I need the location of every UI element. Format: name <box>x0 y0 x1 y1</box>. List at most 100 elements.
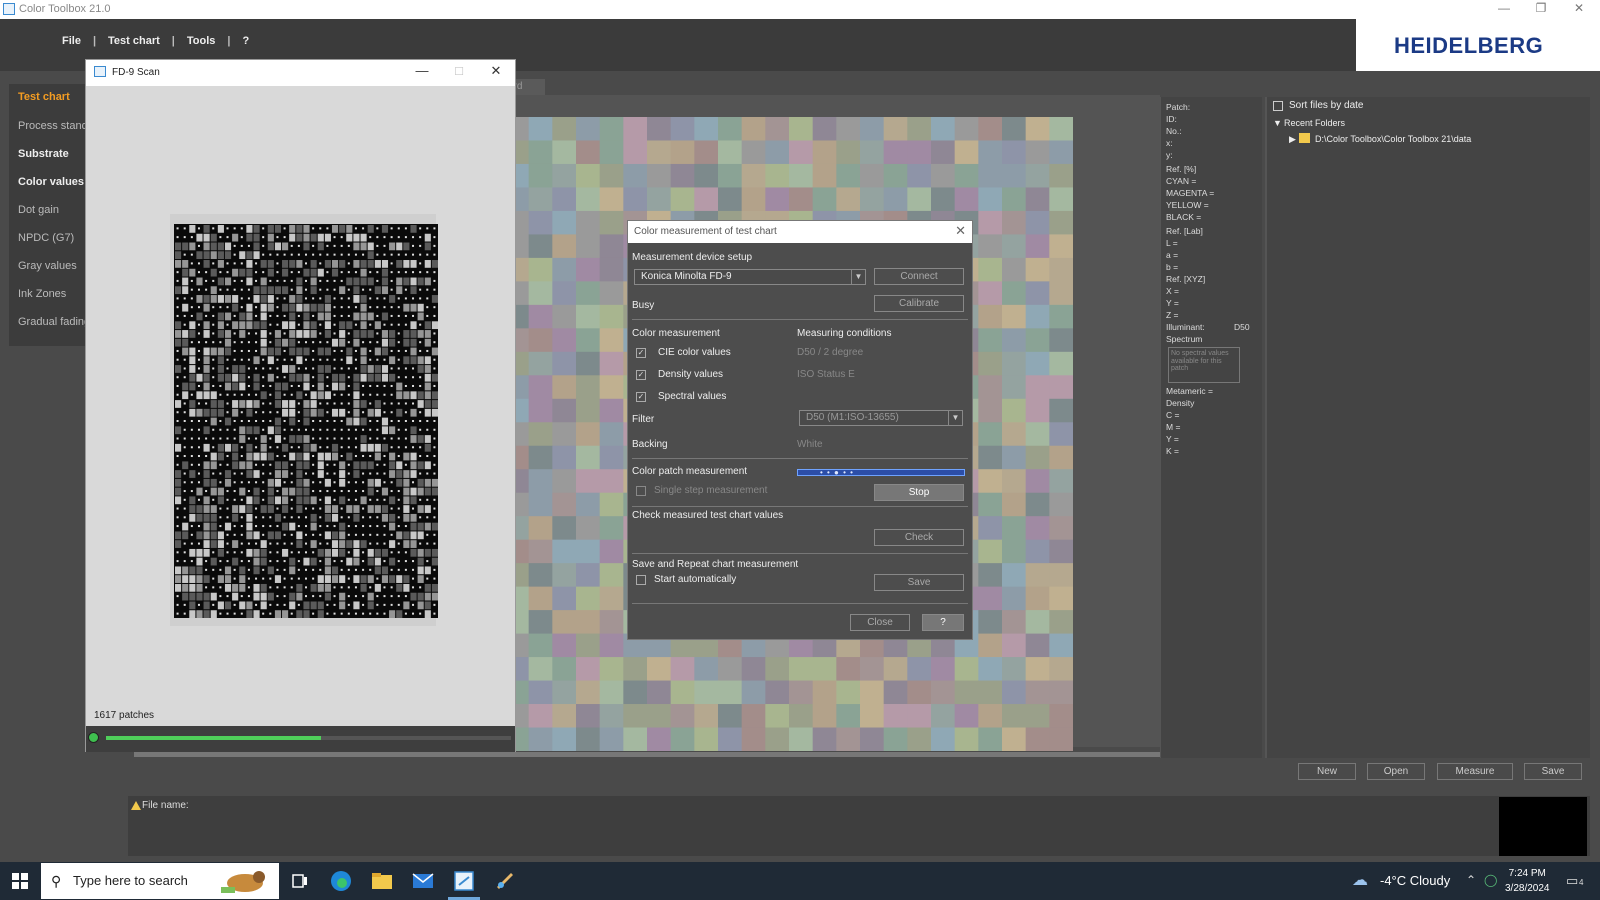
tray-chevron-icon[interactable]: ⌃ <box>1466 873 1476 887</box>
nav-npdc[interactable]: NPDC (G7) <box>18 232 74 244</box>
density-c-label: C = <box>1166 410 1180 420</box>
search-placeholder: Type here to search <box>73 873 188 888</box>
start-automatically-checkbox[interactable] <box>636 575 646 585</box>
device-select[interactable]: Konica Minolta FD-9 ▼ <box>634 269 866 285</box>
device-setup-label: Measurement device setup <box>632 252 753 263</box>
app-icon <box>3 3 15 15</box>
scan-progress-bar <box>106 736 511 740</box>
scan-image <box>86 86 515 726</box>
paint-app-icon[interactable] <box>493 869 517 893</box>
network-globe-icon[interactable]: ◯ <box>1484 873 1497 887</box>
check-button[interactable]: Check <box>874 529 964 546</box>
chevron-down-icon[interactable]: ▼ <box>851 270 865 284</box>
weather-cloud-icon[interactable]: ☁ <box>1352 870 1368 890</box>
search-icon: ⚲ <box>51 873 62 889</box>
dialog-title: Color measurement of test chart <box>634 226 777 237</box>
density-heading: Density <box>1166 398 1195 408</box>
taskbar: ⚲ Type here to search ☁ -4°C Cloudy ⌃ ◯ … <box>0 862 1600 900</box>
mail-icon[interactable] <box>411 869 435 893</box>
new-button[interactable]: New <box>1298 763 1356 780</box>
calibrate-button[interactable]: Calibrate <box>874 295 964 312</box>
window-title: Color Toolbox 21.0 <box>19 3 111 15</box>
task-view-icon[interactable] <box>288 869 312 893</box>
stop-button[interactable]: Stop <box>874 484 964 501</box>
recent-folder-item[interactable]: D:\Color Toolbox\Color Toolbox 21\data <box>1315 134 1471 144</box>
dialog-close-icon[interactable]: ✕ <box>955 223 966 239</box>
divider <box>632 506 968 507</box>
menu-help[interactable]: ? <box>230 35 261 47</box>
measure-button[interactable]: Measure <box>1437 763 1513 780</box>
file-explorer-icon[interactable] <box>370 869 394 893</box>
nav-gray-values[interactable]: Gray values <box>18 260 77 272</box>
nav-color-values[interactable]: Color values <box>18 176 84 188</box>
clock-time: 7:24 PM <box>1508 868 1546 879</box>
xyz-x-label: X = <box>1166 286 1179 296</box>
cie-condition: D50 / 2 degree <box>797 347 864 358</box>
save-repeat-label: Save and Repeat chart measurement <box>632 559 799 570</box>
warning-icon <box>131 801 141 810</box>
measurement-progress-bar: • • ● • • <box>797 468 965 477</box>
color-measurement-label: Color measurement <box>632 328 720 339</box>
open-button[interactable]: Open <box>1367 763 1425 780</box>
measuring-conditions-label: Measuring conditions <box>797 328 892 339</box>
windows-start-icon[interactable] <box>12 873 28 889</box>
filter-select[interactable]: D50 (M1:ISO-13655) ▼ <box>799 410 963 426</box>
color-toolbox-taskbar-icon[interactable] <box>452 869 476 893</box>
menu-test-chart[interactable]: Test chart <box>96 35 172 47</box>
density-m-label: M = <box>1166 422 1181 432</box>
dialog-close-button[interactable]: Close <box>850 614 910 631</box>
horizontal-scrollbar[interactable] <box>134 752 1160 757</box>
cie-checkbox[interactable]: ✓ <box>636 348 646 358</box>
collapse-arrow-icon[interactable]: ▶ <box>1289 134 1296 145</box>
restore-icon[interactable]: ❐ <box>1523 1 1559 17</box>
chevron-down-icon[interactable]: ▼ <box>948 411 962 425</box>
density-condition: ISO Status E <box>797 369 855 380</box>
minimize-icon[interactable]: — <box>1486 1 1522 17</box>
dialog-save-button[interactable]: Save <box>874 574 964 591</box>
search-highlight-icon <box>221 871 265 893</box>
scan-window-title: FD-9 Scan <box>112 67 160 78</box>
divider <box>632 319 968 320</box>
scan-close-icon[interactable]: ✕ <box>481 63 511 79</box>
save-file-button[interactable]: Save <box>1524 763 1582 780</box>
density-checkbox[interactable]: ✓ <box>636 370 646 380</box>
close-icon[interactable]: ✕ <box>1561 1 1597 17</box>
patch-label: Patch: <box>1166 102 1191 112</box>
recent-folders-label[interactable]: Recent Folders <box>1284 118 1345 128</box>
scan-minimize-icon[interactable]: — <box>407 63 437 78</box>
nav-dot-gain[interactable]: Dot gain <box>18 204 59 216</box>
window-titlebar: Color Toolbox 21.0 — ❐ ✕ <box>0 0 1600 19</box>
single-step-checkbox[interactable] <box>636 486 646 496</box>
spectral-checkbox[interactable]: ✓ <box>636 392 646 402</box>
busy-indicator: • • ● • • <box>820 468 854 477</box>
divider <box>632 603 968 604</box>
nav-substrate[interactable]: Substrate <box>18 148 69 160</box>
nav-test-chart[interactable]: Test chart <box>18 91 70 103</box>
dialog-help-button[interactable]: ? <box>922 614 964 631</box>
nav-gradual-fading[interactable]: Gradual fading <box>18 316 90 328</box>
sort-by-date-checkbox[interactable] <box>1273 101 1283 111</box>
expand-arrow-icon[interactable]: ▼ <box>1273 118 1282 128</box>
divider <box>632 458 968 459</box>
weather-text[interactable]: -4°C Cloudy <box>1380 873 1450 888</box>
edge-browser-icon[interactable] <box>329 869 353 893</box>
nav-ink-zones[interactable]: Ink Zones <box>18 288 66 300</box>
file-name-area: File name: <box>128 796 1590 856</box>
menu-file[interactable]: File <box>50 35 93 47</box>
xyz-z-label: Z = <box>1166 310 1179 320</box>
taskbar-clock[interactable]: 7:24 PM 3/28/2024 <box>1505 866 1550 896</box>
single-step-label: Single step measurement <box>654 485 768 496</box>
file-thumbnail <box>1499 797 1587 856</box>
patch-info-panel: Patch: ID: No.: x: y: Ref. [%] CYAN = MA… <box>1160 97 1262 758</box>
patch-y-label: y: <box>1166 150 1173 160</box>
ref-xyz-heading: Ref. [XYZ] <box>1166 274 1206 284</box>
brand-logo: HEIDELBERG <box>1356 19 1600 71</box>
menu-tools[interactable]: Tools <box>175 35 228 47</box>
yellow-label: YELLOW = <box>1166 200 1209 210</box>
density-y-label: Y = <box>1166 434 1179 444</box>
taskbar-search-box[interactable]: ⚲ Type here to search <box>41 863 279 899</box>
scan-maximize-icon[interactable]: □ <box>444 63 474 78</box>
notification-icon[interactable]: ▭ <box>1566 873 1578 889</box>
device-status: Busy <box>632 300 655 311</box>
connect-button[interactable]: Connect <box>874 268 964 285</box>
